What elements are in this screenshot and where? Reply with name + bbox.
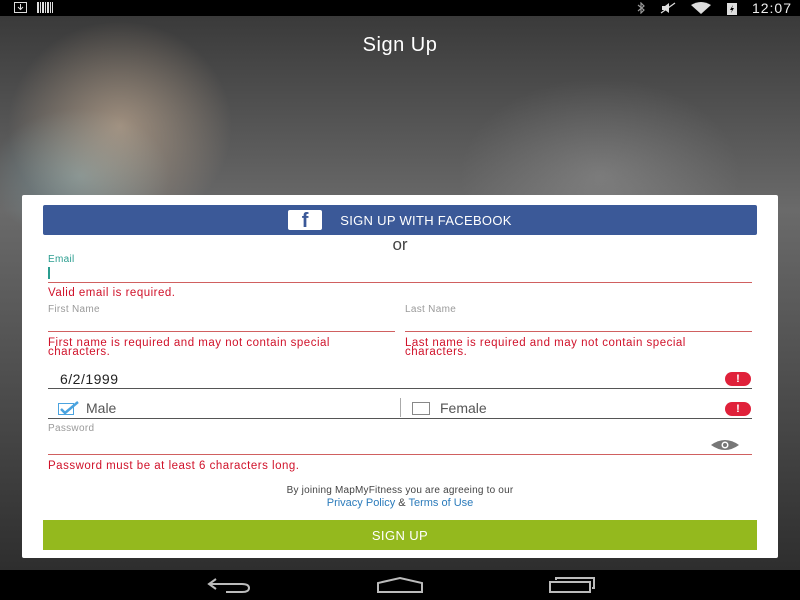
email-field[interactable] [48, 263, 752, 281]
eye-icon[interactable] [710, 438, 740, 452]
status-bar: 12:07 [0, 0, 800, 16]
battery-icon [726, 2, 737, 15]
page-title: Sign Up [362, 34, 438, 56]
gender-male-label: Male [86, 400, 117, 416]
gender-male-option[interactable]: Male [58, 400, 116, 416]
gender-female-label: Female [440, 400, 487, 416]
clock: 12:07 [751, 0, 792, 16]
gender-separator [400, 398, 401, 417]
first-name-field[interactable]: First Name [48, 304, 100, 315]
email-error: Valid email is required. [48, 287, 176, 299]
recents-icon[interactable] [548, 576, 596, 594]
first-name-underline [48, 331, 395, 332]
navigation-bar [0, 570, 800, 600]
password-underline [48, 454, 752, 455]
back-icon[interactable] [206, 576, 252, 594]
gender-female-option[interactable]: Female [412, 400, 487, 416]
signup-card: f SIGN UP WITH FACEBOOK or Email Valid e… [22, 195, 778, 558]
alert-icon: ! [725, 402, 751, 416]
terms-text: By joining MapMyFitness you are agreeing… [286, 485, 514, 496]
password-field[interactable]: Password [48, 423, 94, 434]
facebook-signup-label: SIGN UP WITH FACEBOOK [340, 212, 512, 228]
first-name-error: First name is required and may not conta… [48, 337, 330, 358]
terms-links: Privacy Policy & Terms of Use [22, 497, 778, 509]
checkbox-icon [412, 401, 430, 415]
birthdate-underline [48, 388, 752, 389]
divider-text: or [392, 235, 408, 254]
sign-up-button[interactable]: SIGN UP [43, 520, 757, 550]
bluetooth-icon [637, 2, 645, 14]
birthdate-field[interactable]: 6/2/1999 [60, 371, 119, 387]
terms-of-use-link[interactable]: Terms of Use [408, 497, 473, 509]
facebook-signup-button[interactable]: f SIGN UP WITH FACEBOOK [43, 205, 757, 235]
last-name-field[interactable]: Last Name [405, 304, 456, 315]
download-icon [14, 2, 27, 13]
alert-icon: ! [725, 372, 751, 386]
password-error: Password must be at least 6 characters l… [48, 460, 300, 472]
privacy-policy-link[interactable]: Privacy Policy [327, 497, 395, 509]
home-icon[interactable] [376, 576, 424, 594]
gender-underline [48, 418, 752, 419]
mute-icon [660, 2, 676, 14]
facebook-icon: f [288, 210, 323, 230]
barcode-icon [37, 2, 53, 13]
terms-ampersand: & [398, 497, 406, 509]
last-name-error: Last name is required and may not contai… [405, 337, 686, 358]
check-icon [58, 401, 79, 415]
last-name-underline [405, 331, 752, 332]
wifi-icon [690, 2, 711, 14]
email-underline [48, 282, 752, 283]
